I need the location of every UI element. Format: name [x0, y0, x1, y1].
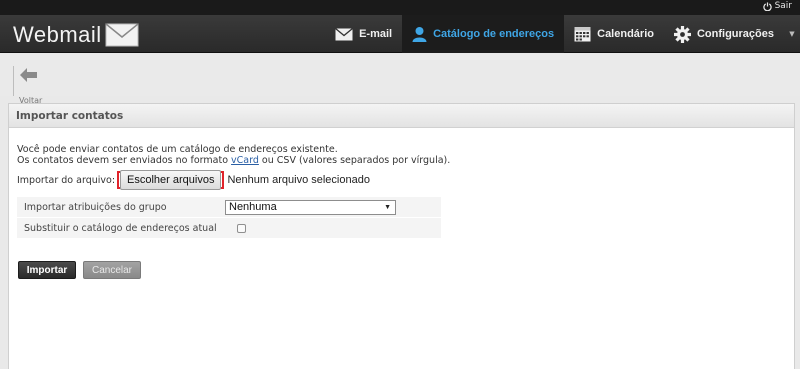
- file-button-highlight: Escolher arquivos: [117, 170, 225, 190]
- import-button[interactable]: Importar: [18, 261, 76, 279]
- nav-email-label: E-mail: [359, 28, 393, 40]
- back-arrow-icon: [20, 68, 37, 82]
- logo: Webmail: [13, 22, 139, 48]
- file-row: Importar do arquivo: Escolher arquivos N…: [17, 170, 370, 190]
- nav-address-book-label: Catálogo de endereços: [433, 28, 555, 40]
- toolbar: Voltar: [0, 54, 800, 105]
- import-contacts-panel: Importar contatos Você pode enviar conta…: [8, 103, 795, 369]
- calendar-icon: [574, 27, 591, 42]
- option-row-group-assignments: Importar atribuições do grupo Nenhuma ▼: [17, 197, 441, 218]
- logout-button[interactable]: Sair: [762, 1, 792, 11]
- person-icon: [412, 27, 427, 42]
- file-label: Importar do arquivo:: [17, 174, 116, 186]
- nav-address-book[interactable]: Catálogo de endereços: [402, 15, 565, 53]
- caret-down-icon: ▼: [789, 30, 795, 38]
- nav-calendar-label: Calendário: [597, 28, 654, 40]
- nav-settings-label: Configurações: [696, 28, 774, 40]
- nav-more-dropdown[interactable]: ▼: [784, 15, 800, 53]
- file-status: Nenhum arquivo selecionado: [227, 174, 370, 186]
- caret-down-icon: ▼: [384, 204, 391, 211]
- option-row-replace-book: Substituir o catálogo de endereços atual: [17, 218, 441, 239]
- replace-book-label: Substituir o catálogo de endereços atual: [24, 222, 217, 234]
- power-icon: [762, 1, 772, 11]
- intro-text: Você pode enviar contatos de um catálogo…: [17, 144, 450, 166]
- app-header: Webmail E-mail Catálogo de endereços Cal…: [0, 15, 800, 53]
- nav-email[interactable]: E-mail: [325, 15, 402, 53]
- main-nav: E-mail Catálogo de endereços Calendário: [325, 15, 800, 53]
- intro-line-1: Você pode enviar contatos de um catálogo…: [17, 144, 338, 155]
- logout-label: Sair: [774, 1, 792, 11]
- group-assignments-select[interactable]: Nenhuma ▼: [225, 200, 396, 215]
- vcard-link[interactable]: vCard: [231, 155, 259, 166]
- top-strip: Sair: [0, 0, 800, 15]
- envelope-icon: [335, 27, 353, 40]
- intro-line-2: Os contatos devem ser enviados no format…: [17, 155, 450, 166]
- group-assignments-label: Importar atribuições do grupo: [24, 201, 167, 213]
- gear-icon: [673, 25, 691, 43]
- cancel-button[interactable]: Cancelar: [83, 261, 141, 279]
- nav-settings[interactable]: Configurações: [664, 15, 784, 53]
- brand-name: Webmail: [13, 22, 102, 47]
- replace-book-checkbox[interactable]: [237, 224, 246, 233]
- back-button[interactable]: Voltar: [13, 66, 42, 105]
- intro-line-2-pre: Os contatos devem ser enviados no format…: [17, 155, 232, 166]
- nav-calendar[interactable]: Calendário: [564, 15, 664, 53]
- options-table: Importar atribuições do grupo Nenhuma ▼ …: [17, 197, 441, 239]
- panel-title: Importar contatos: [9, 104, 794, 128]
- choose-files-button[interactable]: Escolher arquivos: [120, 170, 222, 190]
- envelope-logo-icon: [105, 23, 139, 47]
- intro-line-2-post: ou CSV (valores separados por vírgula).: [258, 155, 451, 166]
- group-assignments-value: Nenhuma: [229, 201, 277, 213]
